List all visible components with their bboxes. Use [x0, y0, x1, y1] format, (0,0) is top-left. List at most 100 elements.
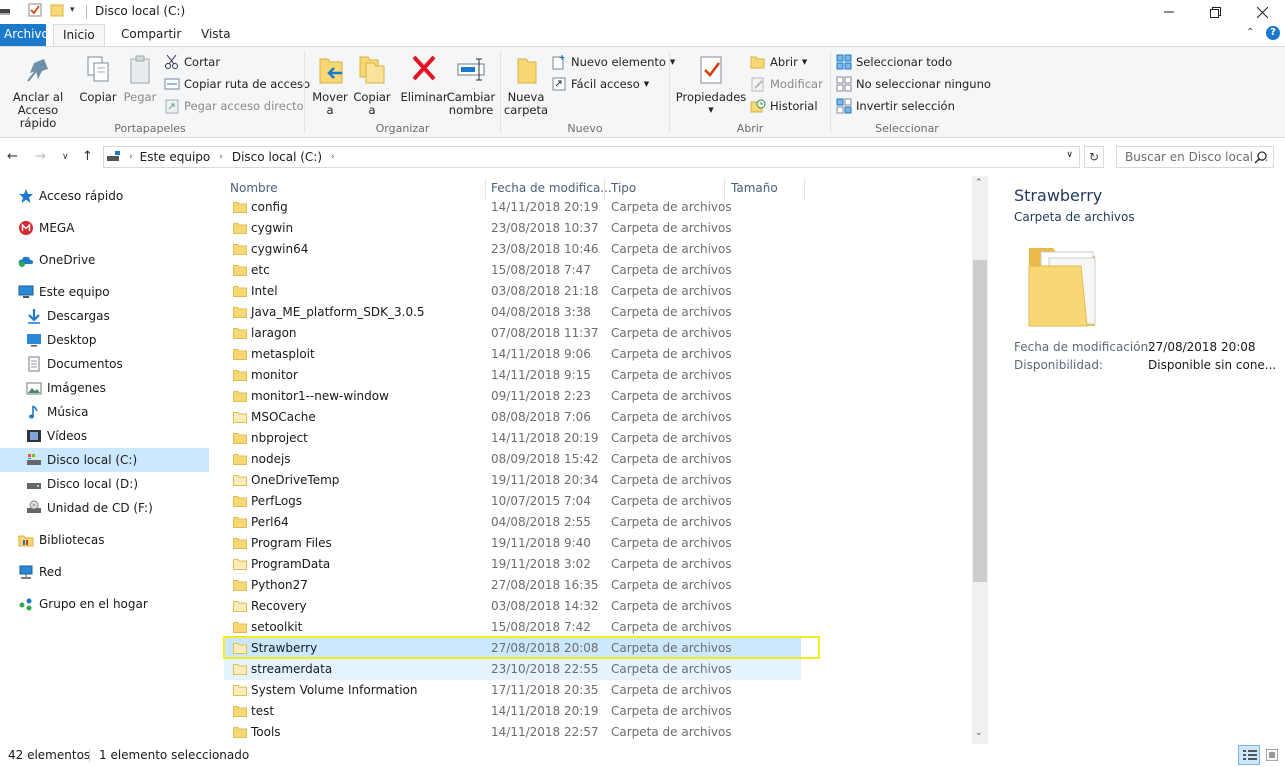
table-row[interactable]: laragon 07/08/2018 11:37 Carpeta de archiv…	[224, 323, 801, 344]
table-row[interactable]: System Volume Information 17/11/2018 20:3…	[224, 680, 801, 701]
ribbon-collapse-icon[interactable]: ⌃	[1246, 27, 1254, 38]
copy-to-button[interactable]: Copiar a	[352, 53, 392, 117]
large-folder-icon	[1028, 248, 1096, 327]
table-row[interactable]: Java_ME_platform_SDK_3.0.5 04/08/2018 3:3…	[224, 302, 801, 323]
table-row[interactable]: cygwin64 23/08/2018 10:46 Carpeta de archi…	[224, 239, 801, 260]
table-row[interactable]: test 14/11/2018 20:19 Carpeta de archivos	[224, 701, 801, 722]
table-row[interactable]: Tools 14/11/2018 22:57 Carpeta de archivos	[224, 722, 801, 741]
table-row[interactable]: nbproject 14/11/2018 20:19 Carpeta de arch…	[224, 428, 801, 449]
table-row[interactable]: cygwin 23/08/2018 10:37 Carpeta de archivo…	[224, 218, 801, 239]
address-dropdown-chevron-icon[interactable]: ∨	[1066, 150, 1073, 160]
select-all-button[interactable]: Seleccionar todo	[836, 53, 952, 71]
nav-red[interactable]: Red	[18, 560, 62, 584]
table-row[interactable]: Perl64 04/08/2018 2:55 Carpeta de archivos	[224, 512, 801, 533]
tab-inicio[interactable]: Inicio	[53, 24, 105, 47]
nav-musica[interactable]: Música	[26, 400, 89, 424]
nav-unidad-cd[interactable]: Unidad de CD (F:)	[26, 496, 153, 520]
table-row[interactable]: PerfLogs 10/07/2015 7:04 Carpeta de archiv…	[224, 491, 801, 512]
properties-button[interactable]: Propiedades ▼	[676, 53, 746, 117]
folder-icon	[233, 496, 247, 507]
nav-bibliotecas[interactable]: Bibliotecas	[18, 528, 104, 552]
details-view-button[interactable]	[1238, 745, 1260, 765]
nav-este-equipo[interactable]: Este equipo	[18, 280, 110, 304]
paste-shortcut-button[interactable]: Pegar acceso directo	[164, 97, 304, 115]
rename-button[interactable]: Cambiar nombre	[447, 53, 495, 117]
nav-grupo-hogar[interactable]: Grupo en el hogar	[18, 592, 148, 616]
qat-dropdown-icon[interactable]: ▾	[70, 5, 75, 15]
homegroup-icon	[19, 598, 32, 611]
up-arrow-icon[interactable]: ↑	[82, 149, 93, 164]
address-bar[interactable]: › Este equipo › Disco local (C:) › ∨	[103, 146, 1080, 168]
file-name: nodejs	[251, 452, 291, 466]
nav-onedrive[interactable]: OneDrive	[18, 248, 95, 272]
table-row[interactable]: setoolkit 15/08/2018 7:42 Carpeta de archi…	[224, 617, 801, 638]
file-date: 03/08/2018 14:32	[491, 599, 599, 613]
back-arrow-icon[interactable]: ←	[7, 149, 18, 164]
file-type: Carpeta de archivos	[611, 326, 732, 340]
search-input[interactable]: Buscar en Disco local ...	[1116, 146, 1274, 168]
tab-archivo[interactable]: Archivo	[0, 24, 49, 46]
delete-button[interactable]: Eliminar	[400, 53, 448, 104]
new-item-button[interactable]: Nuevo elemento ▼	[551, 53, 675, 71]
open-button[interactable]: Abrir ▼	[750, 53, 807, 71]
table-row[interactable]: OneDriveTemp 19/11/2018 20:34 Carpeta de a…	[224, 470, 801, 491]
table-row[interactable]: metasploit 14/11/2018 9:06 Carpeta de arch…	[224, 344, 801, 365]
copy-path-button[interactable]: Copiar ruta de acceso	[164, 75, 310, 93]
copy-button[interactable]: Copiar	[78, 53, 118, 104]
table-row[interactable]: nodejs 08/09/2018 15:42 Carpeta de archivo…	[224, 449, 801, 470]
nav-desktop[interactable]: Desktop	[26, 328, 97, 352]
system-menu-icon[interactable]	[0, 3, 10, 17]
nav-disco-c[interactable]: Disco local (C:)	[0, 448, 209, 472]
move-to-button[interactable]: Mover a	[310, 53, 350, 117]
invert-selection-button[interactable]: Invertir selección	[836, 97, 955, 115]
scroll-down-arrow-icon[interactable]: ⌄	[975, 728, 983, 738]
properties-qat-icon[interactable]	[28, 3, 42, 17]
table-row[interactable]: Intel 03/08/2018 21:18 Carpeta de archivos	[224, 281, 801, 302]
nav-descargas[interactable]: Descargas	[26, 304, 110, 328]
breadcrumb-este-equipo[interactable]: Este equipo	[140, 150, 211, 164]
nav-documentos[interactable]: Documentos	[26, 352, 123, 376]
new-folder-qat-icon[interactable]	[50, 3, 64, 17]
refresh-icon[interactable]: ↻	[1084, 146, 1104, 168]
large-icons-view-button[interactable]	[1262, 745, 1282, 765]
select-none-button[interactable]: No seleccionar ninguno	[836, 75, 991, 93]
close-button[interactable]	[1239, 0, 1285, 24]
paste-button[interactable]: Pegar	[120, 53, 160, 104]
restore-button[interactable]	[1192, 0, 1238, 24]
nav-acceso-rapido[interactable]: Acceso rápido	[18, 184, 123, 208]
edit-button[interactable]: Modificar	[750, 75, 823, 93]
nav-disco-d[interactable]: Disco local (D:)	[26, 472, 138, 496]
table-row[interactable]: Program Files 19/11/2018 9:40 Carpeta de a…	[224, 533, 801, 554]
new-folder-button[interactable]: Nueva carpeta	[504, 53, 548, 117]
help-icon[interactable]: ?	[1266, 26, 1280, 40]
scroll-up-arrow-icon[interactable]: ⌃	[975, 178, 983, 188]
nav-videos[interactable]: Vídeos	[26, 424, 87, 448]
tab-compartir[interactable]: Compartir	[112, 24, 190, 46]
table-row[interactable]: etc 15/08/2018 7:47 Carpeta de archivos	[224, 260, 801, 281]
forward-arrow-icon[interactable]: →	[35, 149, 46, 164]
table-row[interactable]: config 14/11/2018 20:19 Carpeta de archivo…	[224, 197, 801, 218]
table-row[interactable]: monitor1--new-window 09/11/2018 2:23 Carpe…	[224, 386, 801, 407]
cut-button[interactable]: Cortar	[164, 53, 220, 71]
table-row[interactable]: Python27 27/08/2018 16:35 Carpeta de archi…	[224, 575, 801, 596]
nav-mega[interactable]: MEGA	[18, 216, 74, 240]
recent-chevron-down-icon[interactable]: ∨	[62, 152, 69, 162]
nav-imagenes[interactable]: Imágenes	[26, 376, 106, 400]
table-row[interactable]: Recovery 03/08/2018 14:32 Carpeta de archi…	[224, 596, 801, 617]
tab-vista[interactable]: Vista	[192, 24, 240, 46]
scrollbar-thumb[interactable]	[973, 260, 987, 582]
easy-access-button[interactable]: Fácil acceso ▼	[551, 75, 649, 93]
table-row[interactable]: streamerdata 23/10/2018 22:55 Carpeta de a…	[224, 659, 801, 680]
search-icon[interactable]	[1254, 151, 1267, 164]
pin-quick-access-button[interactable]: Anclar al Acceso rápido	[2, 53, 74, 130]
folder-icon	[233, 475, 247, 486]
breadcrumb-disco-c[interactable]: Disco local (C:)	[232, 150, 322, 164]
history-button[interactable]: Historial	[750, 97, 818, 115]
vertical-scrollbar[interactable]: ⌃ ⌄	[972, 176, 988, 744]
table-row[interactable]: ProgramData 19/11/2018 3:02 Carpeta de arc…	[224, 554, 801, 575]
column-divider[interactable]	[804, 178, 805, 200]
ribbon-separator	[830, 51, 831, 133]
minimize-button[interactable]	[1146, 0, 1192, 24]
table-row[interactable]: monitor 14/11/2018 9:15 Carpeta de archivo…	[224, 365, 801, 386]
table-row[interactable]: MSOCache 08/08/2018 7:06 Carpeta de archiv…	[224, 407, 801, 428]
